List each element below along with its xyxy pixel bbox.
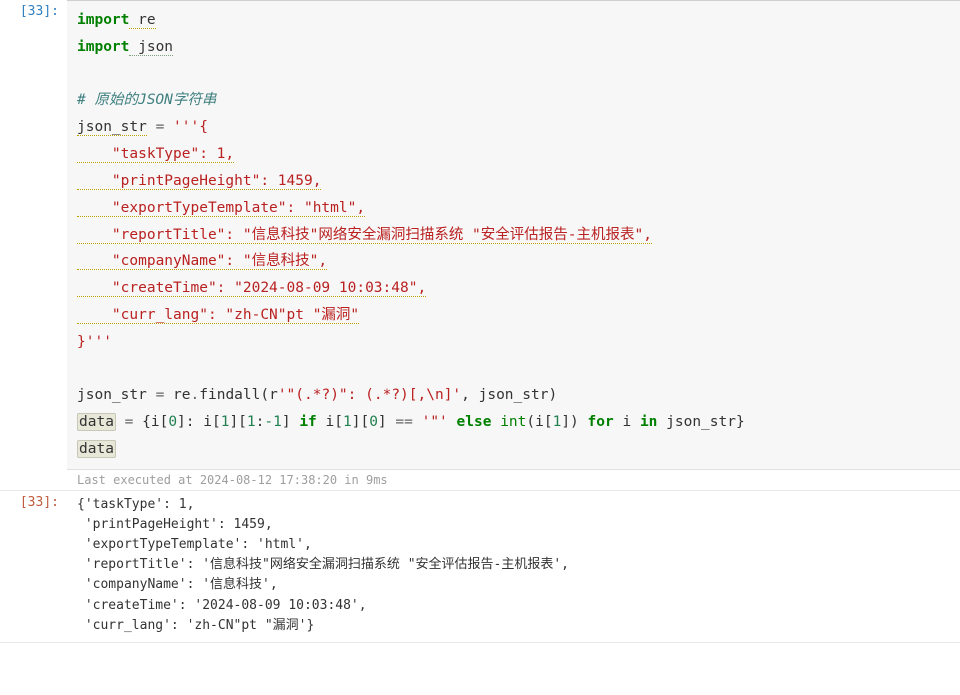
code-keyword: for (588, 414, 614, 430)
code-editor[interactable]: import re import json # 原始的JSON字符串 json_… (67, 0, 960, 469)
code-module: re (129, 12, 155, 29)
code-text: (i[ (526, 414, 552, 430)
code-op: -1 (264, 414, 281, 430)
code-comment: # 原始的JSON字符串 (77, 92, 216, 108)
code-num: 0 (369, 414, 378, 430)
code-op: = (147, 119, 173, 135)
code-string: '"' (422, 414, 448, 430)
code-module: json (129, 39, 173, 56)
code-text (413, 414, 422, 430)
code-text: , json_str) (461, 387, 557, 403)
output-line: {'taskType': 1, (77, 497, 194, 512)
output-line: 'printPageHeight': 1459, (77, 517, 273, 532)
input-prompt: [33]: (0, 0, 67, 490)
output-prompt: [33]: (0, 491, 67, 642)
input-cell: [33]: import re import json # 原始的JSON字符串… (0, 0, 960, 491)
code-keyword: else (457, 414, 492, 430)
code-var: json_str (77, 119, 147, 136)
code-var: json_str (77, 387, 156, 403)
code-text: re (164, 387, 190, 403)
code-func: findall (199, 387, 260, 403)
code-op: . (191, 387, 200, 403)
code-text: json_str} (657, 414, 744, 430)
code-num: 0 (168, 414, 177, 430)
code-op: = (156, 387, 165, 403)
output-line: 'curr_lang': 'zh-CN"pt "漏洞'} (77, 618, 314, 633)
code-text: {i[ (133, 414, 168, 430)
code-string: "curr_lang": "zh-CN"pt "漏洞" (77, 307, 359, 324)
code-text (448, 414, 457, 430)
code-text: ] (282, 414, 299, 430)
code-string: "companyName": "信息科技", (77, 253, 327, 270)
output-line: 'createTime': '2024-08-09 10:03:48', (77, 598, 367, 613)
code-string: }''' (77, 334, 112, 350)
code-string: '"(.*?)": (.*?)[,\n]' (278, 387, 461, 403)
code-text: i[ (317, 414, 343, 430)
code-keyword: import (77, 12, 129, 28)
code-var-highlight: data (77, 440, 116, 458)
code-text: ][ (352, 414, 369, 430)
code-text: ][ (229, 414, 246, 430)
code-text (116, 414, 125, 430)
output-content: {'taskType': 1, 'printPageHeight': 1459,… (67, 491, 960, 642)
code-text: ] (378, 414, 395, 430)
code-num: 1 (247, 414, 256, 430)
code-op: == (395, 414, 412, 430)
code-string: "createTime": "2024-08-09 10:03:48", (77, 280, 426, 297)
code-string: "exportTypeTemplate": "html", (77, 200, 365, 217)
output-line: 'exportTypeTemplate': 'html', (77, 537, 312, 552)
code-text: ]: i[ (177, 414, 221, 430)
code-text: i (614, 414, 640, 430)
output-text: {'taskType': 1, 'printPageHeight': 1459,… (67, 491, 960, 642)
code-keyword: import (77, 39, 129, 55)
input-content: import re import json # 原始的JSON字符串 json_… (67, 0, 960, 490)
code-text: (r (260, 387, 277, 403)
code-string: "printPageHeight": 1459, (77, 173, 321, 190)
output-cell: [33]: {'taskType': 1, 'printPageHeight':… (0, 491, 960, 643)
code-string: "taskType": 1, (77, 146, 234, 163)
code-num: 1 (343, 414, 352, 430)
code-text (491, 414, 500, 430)
code-text: ]) (561, 414, 587, 430)
output-line: 'reportTitle': '信息科技"网络安全漏洞扫描系统 "安全评估报告-… (77, 557, 569, 572)
code-var-highlight: data (77, 413, 116, 431)
code-string: "reportTitle": "信息科技"网络安全漏洞扫描系统 "安全评估报告-… (77, 227, 652, 244)
output-line: 'companyName': '信息科技', (77, 577, 278, 592)
code-keyword: in (640, 414, 657, 430)
code-string: '''{ (173, 119, 208, 135)
execution-info: Last executed at 2024-08-12 17:38:20 in … (67, 469, 960, 490)
code-builtin: int (500, 414, 526, 430)
code-keyword: if (299, 414, 316, 430)
